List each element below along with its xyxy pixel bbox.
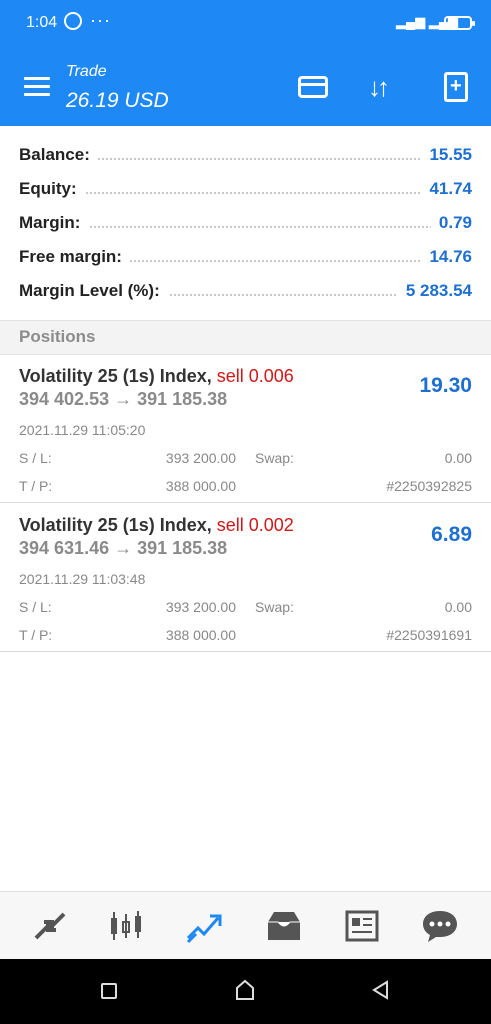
status-bar: 1:04 ··· ▂▄▆ ▂▄▆ [0, 0, 491, 46]
account-summary: Balance: 15.55 Equity: 41.74 Margin: 0.7… [0, 138, 491, 308]
summary-value: 15.55 [421, 145, 472, 165]
news-icon[interactable] [342, 908, 382, 944]
history-icon[interactable] [264, 908, 304, 944]
sl-label: S / L: [19, 450, 52, 466]
status-time: 1:04 [26, 14, 58, 31]
sl-value: 393 200.00 [165, 599, 236, 615]
battery-icon [444, 16, 475, 30]
summary-value: 0.79 [430, 213, 472, 233]
swap-label: Swap: [255, 599, 294, 615]
menu-icon[interactable] [24, 77, 50, 97]
summary-label: Margin: [19, 213, 89, 233]
summary-value: 5 283.54 [397, 281, 472, 301]
position-profit: 6.89 [431, 523, 472, 546]
summary-row-free-margin: Free margin: 14.76 [0, 240, 491, 274]
summary-label: Balance: [19, 145, 98, 165]
system-navigation-bar [0, 959, 491, 1024]
card-icon[interactable] [298, 76, 328, 98]
status-more-dots: ··· [90, 10, 111, 30]
ticket-number: #2250391691 [386, 627, 472, 643]
sl-value: 393 200.00 [165, 450, 236, 466]
quotes-icon[interactable] [30, 908, 70, 944]
position-side: sell 0.006 [216, 366, 294, 386]
app-bar-subtitle: 26.19 USD [66, 89, 169, 112]
bottom-navigation [0, 891, 491, 960]
symbol-name: Volatility 25 (1s) Index, [19, 515, 212, 535]
swap-value: 0.00 [444, 450, 472, 466]
tp-label: T / P: [19, 478, 53, 494]
new-order-icon[interactable] [444, 72, 468, 102]
recent-apps-button[interactable] [101, 983, 117, 999]
position-time: 2021.11.29 11:03:48 [19, 571, 146, 587]
position-item[interactable]: Volatility 25 (1s) Index, sell 0.002 394… [0, 503, 491, 652]
tp-value: 388 000.00 [165, 627, 236, 643]
sort-arrows-icon[interactable]: ↓↑ [368, 72, 390, 103]
summary-label: Free margin: [19, 247, 130, 267]
positions-header-label: Positions [19, 327, 96, 346]
summary-row-margin: Margin: 0.79 [0, 206, 491, 240]
tp-value: 388 000.00 [165, 478, 236, 494]
summary-row-balance: Balance: 15.55 [0, 138, 491, 172]
symbol-name: Volatility 25 (1s) Index, [19, 366, 212, 386]
back-button[interactable] [370, 979, 392, 1001]
position-symbol: Volatility 25 (1s) Index, sell 0.002 [19, 515, 294, 536]
home-button[interactable] [234, 979, 256, 1001]
summary-value: 14.76 [421, 247, 472, 267]
sl-label: S / L: [19, 599, 52, 615]
app-bar: Trade 26.19 USD ↓↑ [0, 46, 491, 126]
swap-value: 0.00 [444, 599, 472, 615]
positions-section-header: Positions [0, 320, 491, 355]
summary-label: Equity: [19, 179, 85, 199]
chat-icon[interactable] [420, 908, 460, 944]
tp-label: T / P: [19, 627, 53, 643]
position-profit: 19.30 [419, 374, 472, 397]
position-prices: 394 631.46 → 391 185.38 [19, 538, 228, 558]
ticket-number: #2250392825 [386, 478, 472, 494]
position-prices: 394 402.53 → 391 185.38 [19, 389, 228, 409]
dotted-leader [19, 192, 472, 194]
position-side: sell 0.002 [216, 515, 294, 535]
summary-row-margin-level: Margin Level (%): 5 283.54 [0, 274, 491, 308]
position-symbol: Volatility 25 (1s) Index, sell 0.006 [19, 366, 294, 387]
summary-row-equity: Equity: 41.74 [0, 172, 491, 206]
summary-value: 41.74 [421, 179, 472, 199]
position-time: 2021.11.29 11:05:20 [19, 422, 146, 438]
chart-icon[interactable] [106, 908, 146, 944]
whatsapp-icon [64, 12, 82, 30]
app-bar-title: Trade [66, 63, 107, 80]
position-item[interactable]: Volatility 25 (1s) Index, sell 0.006 394… [0, 354, 491, 503]
summary-label: Margin Level (%): [19, 281, 168, 301]
swap-label: Swap: [255, 450, 294, 466]
trade-icon[interactable] [184, 908, 224, 944]
